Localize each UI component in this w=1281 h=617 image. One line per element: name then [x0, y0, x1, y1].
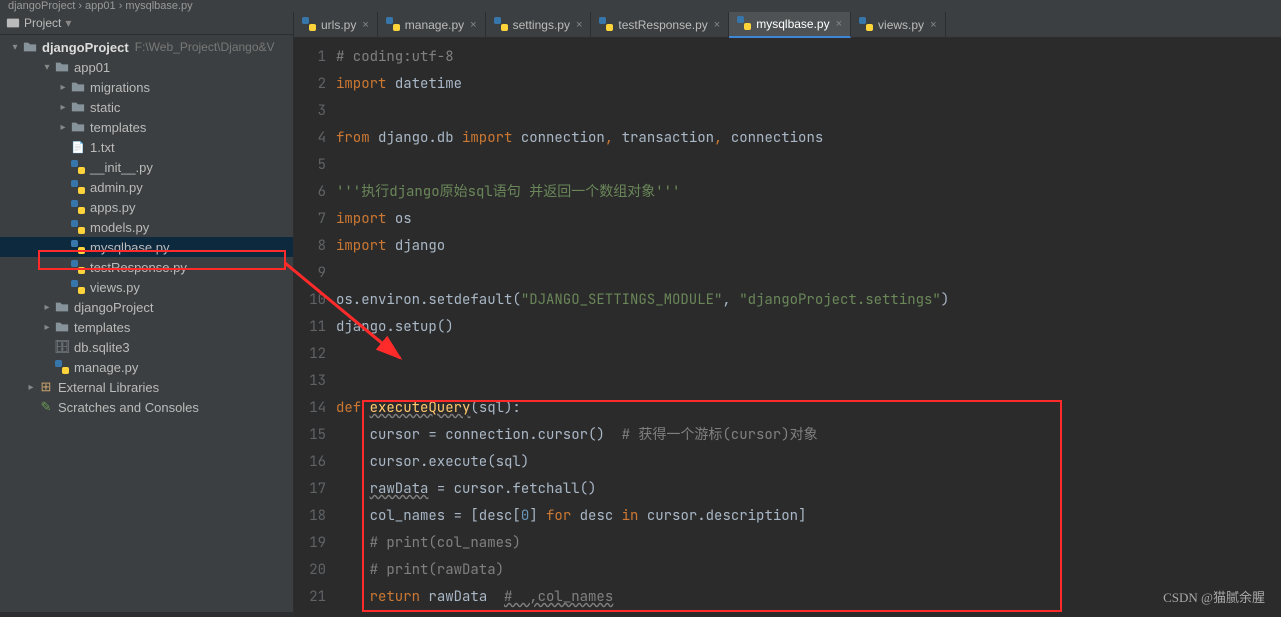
line-number: 11	[300, 314, 326, 341]
watermark: CSDN @猫腻余腥	[1163, 587, 1265, 606]
tree-item-apps-py[interactable]: apps.py	[0, 197, 293, 217]
line-number: 19	[300, 530, 326, 557]
close-icon[interactable]: ×	[470, 19, 476, 31]
line-number: 18	[300, 503, 326, 530]
code-line-5[interactable]	[336, 152, 949, 179]
tree-item-views-py[interactable]: views.py	[0, 277, 293, 297]
code-line-19[interactable]: # print(col_names)	[336, 530, 949, 557]
code-line-13[interactable]	[336, 368, 949, 395]
line-number: 13	[300, 368, 326, 395]
main-container: Project ▾ ▾djangoProjectF:\Web_Project\D…	[0, 12, 1281, 612]
code-line-15[interactable]: cursor = connection.cursor() # 获得一个游标(cu…	[336, 422, 949, 449]
code-line-18[interactable]: col_names = [desc[0] for desc in cursor.…	[336, 503, 949, 530]
tab-mysqlbase-py[interactable]: mysqlbase.py×	[729, 12, 851, 38]
close-icon[interactable]: ×	[836, 18, 842, 30]
line-number: 7	[300, 206, 326, 233]
tab-views-py[interactable]: views.py×	[851, 12, 945, 38]
code-line-21[interactable]: return rawData # ,col_names	[336, 584, 949, 611]
line-number: 20	[300, 557, 326, 584]
code-line-3[interactable]	[336, 98, 949, 125]
code-line-8[interactable]: import django	[336, 233, 949, 260]
tab-testResponse-py[interactable]: testResponse.py×	[591, 12, 729, 38]
line-number: 6	[300, 179, 326, 206]
tree-item-admin-py[interactable]: admin.py	[0, 177, 293, 197]
tree-item-app01[interactable]: ▾app01	[0, 57, 293, 77]
line-number: 16	[300, 449, 326, 476]
tab-settings-py[interactable]: settings.py×	[486, 12, 592, 38]
line-number: 10	[300, 287, 326, 314]
tree-item-manage-py[interactable]: manage.py	[0, 357, 293, 377]
close-icon[interactable]: ×	[362, 19, 368, 31]
code-line-17[interactable]: rawData = cursor.fetchall()	[336, 476, 949, 503]
tree-item-External-Libraries[interactable]: ▸⊞External Libraries	[0, 377, 293, 397]
code-area: 123456789101112131415161718192021 # codi…	[294, 38, 1281, 617]
line-number: 15	[300, 422, 326, 449]
code-line-10[interactable]: os.environ.setdefault("DJANGO_SETTINGS_M…	[336, 287, 949, 314]
editor-area: urls.py×manage.py×settings.py×testRespon…	[294, 12, 1281, 612]
code-content[interactable]: # coding:utf-8import datetime from djang…	[336, 38, 949, 617]
gutter: 123456789101112131415161718192021	[294, 38, 336, 617]
line-number: 17	[300, 476, 326, 503]
project-sidebar: Project ▾ ▾djangoProjectF:\Web_Project\D…	[0, 12, 294, 612]
code-line-16[interactable]: cursor.execute(sql)	[336, 449, 949, 476]
tree-item-testResponse-py[interactable]: testResponse.py	[0, 257, 293, 277]
line-number: 14	[300, 395, 326, 422]
line-number: 3	[300, 98, 326, 125]
line-number: 1	[300, 44, 326, 71]
tree-item-Scratches-and-Consoles[interactable]: ✎Scratches and Consoles	[0, 397, 293, 417]
project-icon	[6, 16, 20, 30]
line-number: 2	[300, 71, 326, 98]
project-tree[interactable]: ▾djangoProjectF:\Web_Project\Django&V▾ap…	[0, 35, 293, 419]
line-number: 12	[300, 341, 326, 368]
line-number: 9	[300, 260, 326, 287]
editor-tabs: urls.py×manage.py×settings.py×testRespon…	[294, 12, 1281, 38]
title-bar: djangoProject › app01 › mysqlbase.py	[0, 0, 1281, 12]
tree-item-templates[interactable]: ▸templates	[0, 117, 293, 137]
sidebar-title: Project	[24, 16, 61, 30]
close-icon[interactable]: ×	[576, 19, 582, 31]
code-line-6[interactable]: '''执行django原始sql语句 并返回一个数组对象'''	[336, 179, 949, 206]
close-icon[interactable]: ×	[714, 19, 720, 31]
line-number: 8	[300, 233, 326, 260]
tree-item-migrations[interactable]: ▸migrations	[0, 77, 293, 97]
tree-item-1-txt[interactable]: 📄1.txt	[0, 137, 293, 157]
tree-item---init---py[interactable]: __init__.py	[0, 157, 293, 177]
tree-item-models-py[interactable]: models.py	[0, 217, 293, 237]
line-number: 5	[300, 152, 326, 179]
tree-item-db-sqlite3[interactable]: 🗄db.sqlite3	[0, 337, 293, 357]
close-icon[interactable]: ×	[930, 19, 936, 31]
code-line-2[interactable]: import datetime	[336, 71, 949, 98]
tree-item-djangoProject[interactable]: ▸djangoProject	[0, 297, 293, 317]
code-line-12[interactable]	[336, 341, 949, 368]
line-number: 4	[300, 125, 326, 152]
line-number: 21	[300, 584, 326, 611]
code-line-20[interactable]: # print(rawData)	[336, 557, 949, 584]
tree-item-templates[interactable]: ▸templates	[0, 317, 293, 337]
code-line-7[interactable]: import os	[336, 206, 949, 233]
tree-item-static[interactable]: ▸static	[0, 97, 293, 117]
tab-urls-py[interactable]: urls.py×	[294, 12, 378, 38]
code-line-9[interactable]	[336, 260, 949, 287]
code-line-11[interactable]: django.setup()	[336, 314, 949, 341]
tree-root[interactable]: ▾djangoProjectF:\Web_Project\Django&V	[0, 37, 293, 57]
tab-manage-py[interactable]: manage.py×	[378, 12, 486, 38]
code-line-4[interactable]: from django.db import connection, transa…	[336, 125, 949, 152]
sidebar-header[interactable]: Project ▾	[0, 12, 293, 35]
code-line-1[interactable]: # coding:utf-8	[336, 44, 949, 71]
code-line-14[interactable]: def executeQuery(sql):	[336, 395, 949, 422]
tree-item-mysqlbase-py[interactable]: mysqlbase.py	[0, 237, 293, 257]
chevron-down-icon[interactable]: ▾	[65, 16, 71, 30]
